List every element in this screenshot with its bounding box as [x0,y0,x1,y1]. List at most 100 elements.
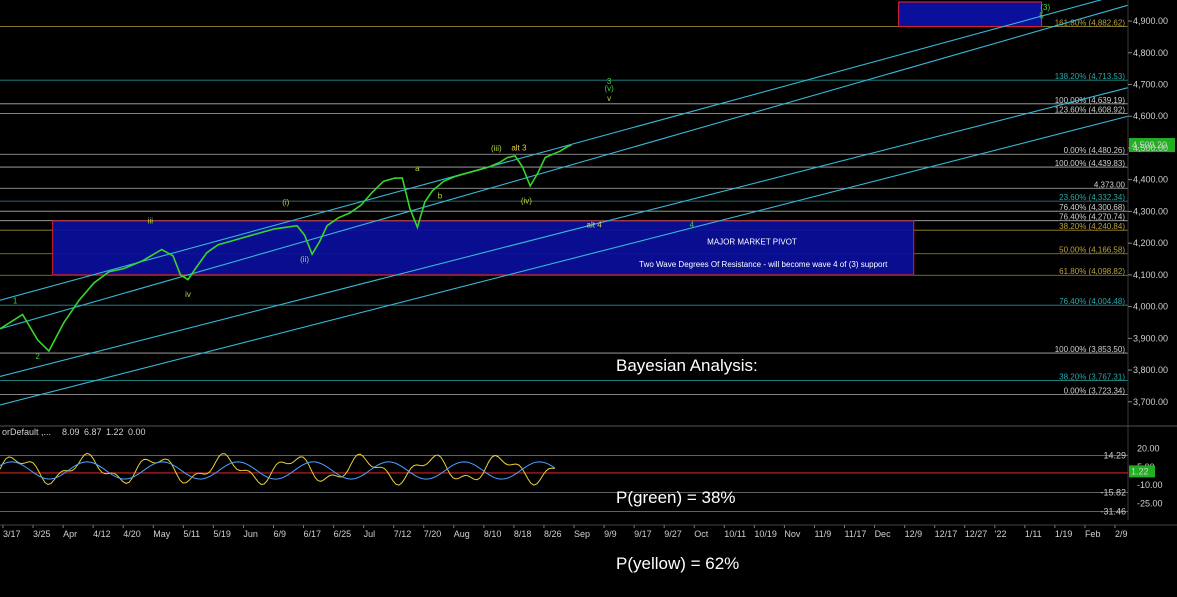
date-axis-tick-0: 3/17 [3,529,21,539]
fib-level-label-15: 38.20% (3,767.31) [1059,372,1125,381]
bayesian-analysis: Bayesian Analysis: P(green) = 38% P(yell… [616,311,758,597]
date-axis-tick-16: 8/10 [484,529,502,539]
date-axis-tick-20: 9/9 [604,529,617,539]
price-axis-tick-2: 4,700.00 [1133,79,1168,89]
wave-label-15: v [607,94,611,103]
price-axis-tick-4: 4,500.00 [1133,143,1168,153]
price-axis-tick-0: 4,900.00 [1133,16,1168,26]
date-axis-tick-26: Nov [784,529,801,539]
wave-label-8: b [438,192,443,201]
wave-label-6: (iii) [491,144,502,153]
price-axis-tick-9: 4,000.00 [1133,302,1168,312]
pivot-zone-subtitle: Two Wave Degrees Of Resistance - will be… [639,260,888,269]
wave-label-0: 1 [13,296,18,305]
wave-label-5: (ii) [300,255,309,264]
date-axis-tick-28: 11/17 [845,529,867,539]
oscillator-name: orDefault ,... [2,427,51,437]
price-axis-tick-6: 4,300.00 [1133,206,1168,216]
oscillator-axis-tick-3: -25.00 [1137,499,1163,509]
oscillator-level-label-0: 14.29 [1103,450,1126,460]
pivot-zone-title: MAJOR MARKET PIVOT [707,238,797,247]
date-axis-tick-7: 5/19 [213,529,231,539]
oscillator-axis-tick-2: -10.00 [1137,480,1163,490]
date-axis-tick-12: Jul [364,529,376,539]
price-axis-tick-12: 3,700.00 [1133,397,1168,407]
date-axis-tick-19: Sep [574,529,590,539]
oscillator-value-0: 8.09 [62,427,80,437]
date-axis-tick-10: 6/17 [304,529,322,539]
fib-level-label-6: 4,373.00 [1094,180,1126,189]
date-axis-tick-6: 5/11 [183,529,200,539]
wave-label-2: iii [148,216,154,225]
price-axis-tick-7: 4,200.00 [1133,238,1168,248]
wave-label-14: (v) [604,84,614,93]
oscillator-level-label-2: -31.46 [1100,507,1126,517]
wave-label-9: (iv) [521,196,532,205]
oscillator-level-label-1: -15.82 [1100,487,1126,497]
fib-level-label-4: 0.00% (4,480.26) [1064,146,1126,155]
date-axis-tick-18: 8/26 [544,529,562,539]
fib-level-label-3: 123.60% (4,608.92) [1055,105,1126,114]
date-axis-tick-27: 11/9 [814,529,831,539]
price-chart: 161.80% (4,882.62)138.20% (4,713.53)100.… [0,0,1177,541]
date-axis-tick-5: May [153,529,171,539]
analysis-title: Bayesian Analysis: [616,356,758,375]
fib-level-label-9: 76.40% (4,270.74) [1059,213,1125,222]
wave-3-target-box [898,1,1043,28]
date-axis-tick-4: 4/20 [123,529,141,539]
date-axis-tick-8: Jun [243,529,258,539]
price-axis-tick-3: 4,600.00 [1133,111,1168,121]
date-axis-tick-14: 7/20 [424,529,442,539]
wave-label-11: alt 4 [587,220,603,229]
date-axis-tick-31: 12/17 [935,529,958,539]
fib-level-label-10: 38.20% (4,240.84) [1059,222,1125,231]
oscillator-value-1: 6.87 [84,427,102,437]
price-axis-tick-11: 3,800.00 [1133,365,1168,375]
wave-label-4: (i) [282,198,289,207]
fib-level-label-14: 100.00% (3,853.50) [1055,345,1126,354]
date-axis-tick-30: 12/9 [905,529,923,539]
date-axis-tick-35: 1/19 [1055,529,1073,539]
oscillator-value-2: 1.22 [106,427,124,437]
date-axis-tick-17: 8/18 [514,529,532,539]
target-box-rect [898,1,1043,28]
major-market-pivot-zone: MAJOR MARKET PIVOT Two Wave Degrees Of Re… [52,220,915,276]
date-axis-tick-9: 6/9 [273,529,286,539]
oscillator-axis-tick-0: 20.00 [1137,443,1160,453]
date-axis-tick-11: 6/25 [334,529,352,539]
price-axis-tick-5: 4,400.00 [1133,175,1168,185]
wave-label-3: iv [185,290,191,299]
fib-level-label-16: 0.00% (3,723.34) [1064,386,1126,395]
date-axis-tick-37: 2/9 [1115,529,1128,539]
analysis-spacer [616,421,758,443]
fib-level-label-12: 61.80% (4,098.82) [1059,267,1125,276]
wave-label-1: 2 [35,352,40,361]
date-axis-tick-34: 1/11 [1025,529,1042,539]
date-axis-tick-33: '22 [995,529,1007,539]
date-axis-tick-29: Dec [875,529,892,539]
price-axis-tick-8: 4,100.00 [1133,270,1168,280]
date-axis-tick-32: 12/27 [965,529,988,539]
analysis-line-yellow: P(yellow) = 62% [616,554,740,573]
fib-level-label-7: 23.60% (4,332.34) [1059,193,1125,202]
wave-label-10: alt 3 [511,143,527,152]
date-axis-tick-13: 7/12 [394,529,412,539]
wave-label-12: 4 [690,220,695,229]
date-axis-tick-3: 4/12 [93,529,111,539]
fib-level-label-1: 138.20% (4,713.53) [1055,72,1126,81]
date-axis-tick-2: Apr [63,529,77,539]
date-axis-tick-36: Feb [1085,529,1101,539]
wave-label-7: a [415,164,420,173]
price-axis-tick-1: 4,800.00 [1133,48,1168,58]
wave-label-17: 5 [1039,11,1044,20]
oscillator-value-3: 0.00 [128,427,146,437]
oscillator-last-label: 1.22 [1131,466,1149,476]
fib-level-label-13: 76.40% (4,004.48) [1059,297,1125,306]
date-axis-tick-15: Aug [454,529,470,539]
price-axis-tick-10: 3,900.00 [1133,333,1168,343]
analysis-line-green: P(green) = 38% [616,488,736,507]
date-axis-tick-1: 3/25 [33,529,51,539]
fib-level-label-11: 50.00% (4,166.58) [1059,246,1125,255]
fib-level-label-5: 100.00% (4,439.83) [1055,159,1126,168]
fib-level-label-8: 76.40% (4,300.68) [1059,203,1125,212]
